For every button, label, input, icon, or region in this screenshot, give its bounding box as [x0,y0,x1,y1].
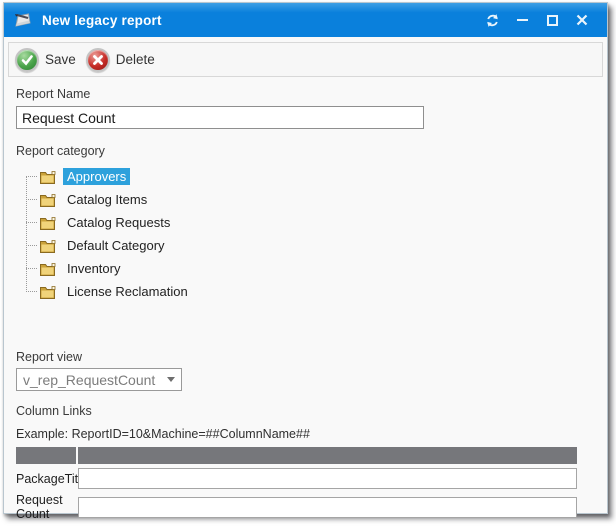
window-controls [477,7,597,33]
folder-icon [39,192,58,208]
tree-item-label: Inventory [63,260,124,277]
folder-icon [39,284,58,300]
minimize-icon [517,19,528,21]
packagetitle-link-input[interactable] [78,468,577,489]
tree-item-approvers[interactable]: Approvers [26,165,595,188]
column-row-label: Request Count [16,493,78,521]
column-links-table-header [16,447,577,464]
save-label: Save [45,52,76,67]
tree-item-catalog-requests[interactable]: Catalog Requests [26,211,595,234]
save-button[interactable]: Save [15,48,76,72]
tree-item-label: Approvers [63,168,130,185]
maximize-icon [547,15,558,26]
folder-icon [39,169,58,185]
header-cell-link [78,447,577,464]
report-name-input[interactable] [16,106,424,129]
report-category-label: Report category [16,144,595,158]
column-links-table: PackageTitle Request Count [16,447,577,521]
tree-item-default-category[interactable]: Default Category [26,234,595,257]
table-row: PackageTitle [16,468,577,489]
column-links-example: Example: ReportID=10&Machine=##ColumnNam… [16,427,595,441]
column-row-label: PackageTitle [16,472,78,486]
chevron-down-icon [167,377,175,382]
title-bar: New legacy report [4,3,607,37]
dialog-window: New legacy report [3,2,608,514]
refresh-button[interactable] [477,7,507,33]
toolbar: Save Delete [8,42,603,77]
folder-icon [39,261,58,277]
tree-item-catalog-items[interactable]: Catalog Items [26,188,595,211]
delete-label: Delete [116,52,155,67]
save-check-icon [15,48,39,72]
report-view-label: Report view [16,350,595,364]
delete-button[interactable]: Delete [86,48,155,72]
column-links-label: Column Links [16,404,595,418]
tree-item-inventory[interactable]: Inventory [26,257,595,280]
report-view-value: v_rep_RequestCount [23,372,163,388]
folder-icon [39,215,58,231]
minimize-button[interactable] [507,7,537,33]
header-cell-name [16,447,76,464]
close-button[interactable] [567,7,597,33]
dialog-content: Report Name Report category Approvers [4,77,607,521]
window-title: New legacy report [42,13,477,28]
delete-x-icon [86,48,110,72]
tree-item-license-reclamation[interactable]: License Reclamation [26,280,595,303]
report-view-dropdown[interactable]: v_rep_RequestCount [16,368,182,391]
tree-item-label: License Reclamation [63,283,192,300]
report-category-tree: Approvers Catalog Items Catalog Re [26,165,595,303]
report-name-label: Report Name [16,87,595,101]
tree-item-label: Default Category [63,237,169,254]
folder-icon [39,238,58,254]
close-icon [576,14,588,26]
refresh-icon [485,13,500,28]
report-icon [14,11,34,29]
tree-guide-line [26,176,27,292]
maximize-button[interactable] [537,7,567,33]
tree-item-label: Catalog Requests [63,214,174,231]
tree-item-label: Catalog Items [63,191,151,208]
request-count-link-input[interactable] [78,497,577,518]
table-row: Request Count [16,493,577,521]
